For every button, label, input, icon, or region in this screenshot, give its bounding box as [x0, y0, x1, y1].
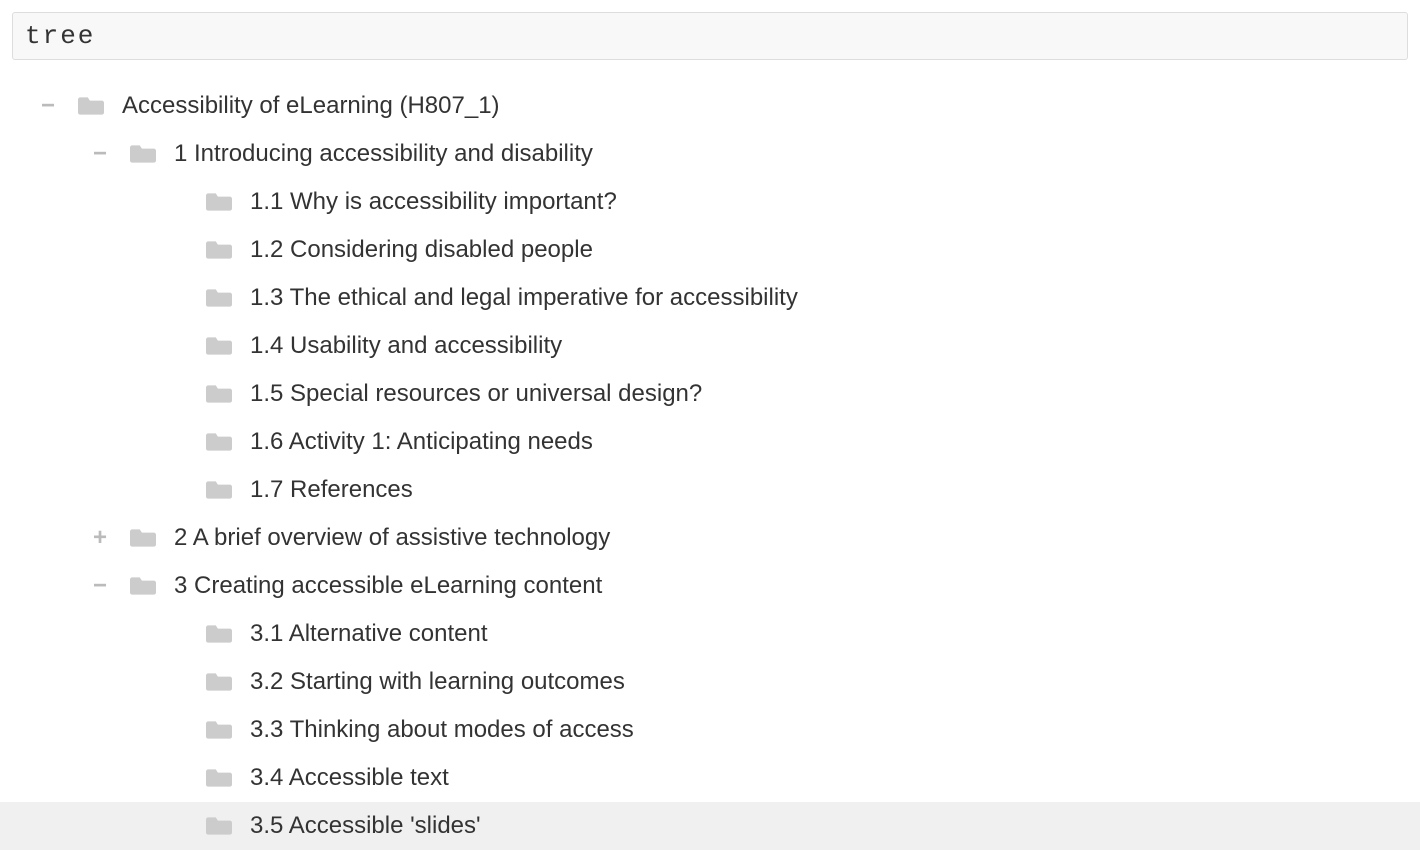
tree-label: Accessibility of eLearning (H807_1)	[122, 92, 500, 120]
folder-icon	[206, 719, 232, 741]
folder-icon	[206, 383, 232, 405]
collapse-icon[interactable]: −	[88, 574, 112, 598]
collapse-icon[interactable]: −	[36, 94, 60, 118]
folder-icon	[78, 95, 104, 117]
tree-row-item[interactable]: 3.3 Thinking about modes of access	[0, 706, 1420, 754]
tree-row-section-1[interactable]: − 1 Introducing accessibility and disabi…	[0, 130, 1420, 178]
tree-row-section-2[interactable]: + 2 A brief overview of assistive techno…	[0, 514, 1420, 562]
tree-label: 2 A brief overview of assistive technolo…	[174, 524, 610, 552]
tree-label: 3.1 Alternative content	[250, 620, 488, 648]
tree-label: 1.5 Special resources or universal desig…	[250, 380, 702, 408]
folder-icon	[130, 143, 156, 165]
tree-label: 1.7 References	[250, 476, 413, 504]
tree-label: 3.2 Starting with learning outcomes	[250, 668, 625, 696]
tree-row-item[interactable]: 3.5 Accessible 'slides'	[0, 802, 1420, 850]
tree-row-item[interactable]: 1.6 Activity 1: Anticipating needs	[0, 418, 1420, 466]
tree-label: 1.4 Usability and accessibility	[250, 332, 562, 360]
tree-row-item[interactable]: 3.4 Accessible text	[0, 754, 1420, 802]
folder-icon	[206, 815, 232, 837]
tree-row-item[interactable]: 1.7 References	[0, 466, 1420, 514]
collapse-icon[interactable]: −	[88, 142, 112, 166]
folder-icon	[206, 479, 232, 501]
tree-label: 1.3 The ethical and legal imperative for…	[250, 284, 798, 312]
tree-label: 3.4 Accessible text	[250, 764, 449, 792]
tree-row-root[interactable]: − Accessibility of eLearning (H807_1)	[0, 82, 1420, 130]
tree-label: 3.3 Thinking about modes of access	[250, 716, 634, 744]
tree-row-item[interactable]: 1.5 Special resources or universal desig…	[0, 370, 1420, 418]
tree-label: 3 Creating accessible eLearning content	[174, 572, 602, 600]
tree-label: 1.6 Activity 1: Anticipating needs	[250, 428, 593, 456]
folder-icon	[206, 191, 232, 213]
tree-row-item[interactable]: 1.1 Why is accessibility important?	[0, 178, 1420, 226]
expand-icon[interactable]: +	[88, 526, 112, 550]
tree-label: 1.1 Why is accessibility important?	[250, 188, 617, 216]
folder-icon	[206, 335, 232, 357]
tree-row-section-3[interactable]: − 3 Creating accessible eLearning conten…	[0, 562, 1420, 610]
folder-icon	[206, 671, 232, 693]
folder-icon	[130, 527, 156, 549]
tree-row-item[interactable]: 3.2 Starting with learning outcomes	[0, 658, 1420, 706]
tree-row-item[interactable]: 1.4 Usability and accessibility	[0, 322, 1420, 370]
tree-view: − Accessibility of eLearning (H807_1) − …	[0, 72, 1420, 860]
folder-icon	[206, 767, 232, 789]
tree-row-item[interactable]: 3.1 Alternative content	[0, 610, 1420, 658]
search-input[interactable]	[12, 12, 1408, 60]
tree-label: 1 Introducing accessibility and disabili…	[174, 140, 593, 168]
tree-row-item[interactable]: 1.3 The ethical and legal imperative for…	[0, 274, 1420, 322]
folder-icon	[206, 287, 232, 309]
folder-icon	[130, 575, 156, 597]
tree-row-item[interactable]: 1.2 Considering disabled people	[0, 226, 1420, 274]
folder-icon	[206, 239, 232, 261]
folder-icon	[206, 431, 232, 453]
tree-label: 1.2 Considering disabled people	[250, 236, 593, 264]
folder-icon	[206, 623, 232, 645]
